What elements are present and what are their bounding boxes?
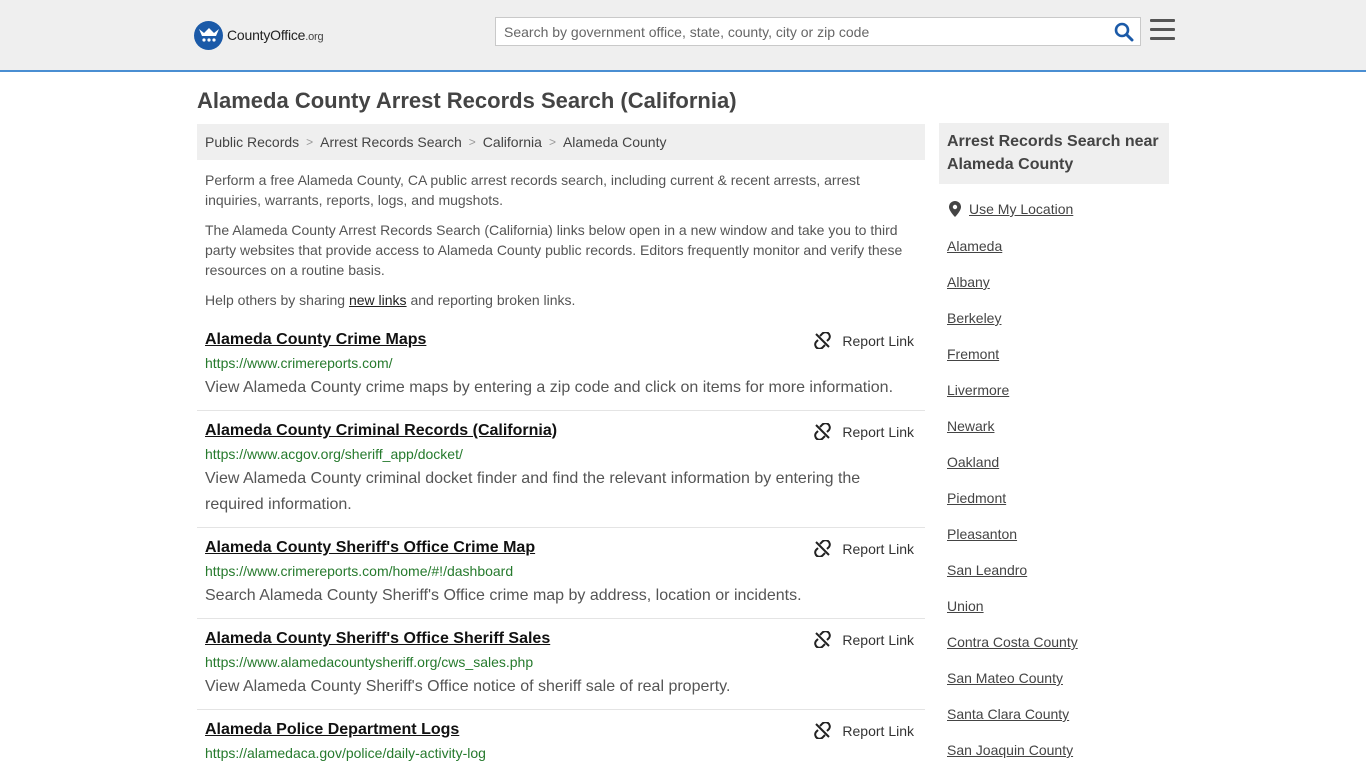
report-link-label: Report Link xyxy=(842,540,914,557)
site-header: CountyOffice.org xyxy=(0,0,1366,72)
result-item: Alameda County Sheriff's Office Sheriff … xyxy=(197,630,925,710)
broken-link-icon xyxy=(814,722,832,739)
report-link-label: Report Link xyxy=(842,423,914,440)
sidebar-link-san-joaquin-county[interactable]: San Joaquin County xyxy=(947,742,1073,758)
result-item: Alameda County Crime Maps Report Link ht… xyxy=(197,331,925,411)
result-item: Alameda Police Department Logs Report Li… xyxy=(197,721,925,768)
breadcrumb-separator: > xyxy=(306,135,314,149)
sidebar-link-albany[interactable]: Albany xyxy=(947,274,990,290)
broken-link-icon xyxy=(814,540,832,557)
sidebar-link-contra-costa-county[interactable]: Contra Costa County xyxy=(947,634,1078,650)
breadcrumb-item-alameda-county[interactable]: Alameda County xyxy=(563,134,667,150)
sidebar-link-livermore[interactable]: Livermore xyxy=(947,382,1009,398)
sidebar-link-san-leandro[interactable]: San Leandro xyxy=(947,562,1027,578)
sidebar-link-alameda[interactable]: Alameda xyxy=(947,238,1002,254)
search-icon[interactable] xyxy=(1114,22,1134,42)
share-text-before: Help others by sharing xyxy=(205,292,349,308)
logo-wordmark: CountyOffice.org xyxy=(227,27,324,43)
share-text-after: and reporting broken links. xyxy=(406,292,576,308)
result-item: Alameda County Sheriff's Office Crime Ma… xyxy=(197,539,925,619)
result-description: View Alameda County criminal docket find… xyxy=(205,470,861,513)
sidebar-link-union[interactable]: Union xyxy=(947,598,984,614)
sidebar-link-berkeley[interactable]: Berkeley xyxy=(947,310,1001,326)
result-url: https://alamedaca.gov/police/daily-activ… xyxy=(205,745,486,761)
result-url: https://www.acgov.org/sheriff_app/docket… xyxy=(205,446,463,462)
sidebar-link-newark[interactable]: Newark xyxy=(947,418,994,434)
breadcrumb-item-public-records[interactable]: Public Records xyxy=(205,134,299,150)
sidebar-link-fremont[interactable]: Fremont xyxy=(947,346,999,362)
breadcrumb-item-arrest-records-search[interactable]: Arrest Records Search xyxy=(320,134,462,150)
sidebar-heading: Arrest Records Search near Alameda Count… xyxy=(939,123,1169,184)
broken-link-icon xyxy=(814,332,832,349)
share-paragraph: Help others by sharing new links and rep… xyxy=(205,290,917,310)
report-link-button[interactable]: Report Link xyxy=(814,332,914,349)
broken-link-icon xyxy=(814,423,832,440)
result-title-link[interactable]: Alameda Police Department Logs xyxy=(205,721,459,739)
result-description: View Alameda County Sheriff's Office not… xyxy=(205,678,731,695)
result-title-link[interactable]: Alameda County Crime Maps xyxy=(205,331,426,349)
search-box xyxy=(495,17,1141,46)
report-link-button[interactable]: Report Link xyxy=(814,722,914,739)
report-link-button[interactable]: Report Link xyxy=(814,540,914,557)
hamburger-menu-icon[interactable] xyxy=(1150,19,1175,41)
new-links-link[interactable]: new links xyxy=(349,292,407,308)
page-title: Alameda County Arrest Records Search (Ca… xyxy=(197,88,737,113)
map-pin-icon xyxy=(949,201,961,217)
result-url: https://www.alamedacountysheriff.org/cws… xyxy=(205,654,534,670)
breadcrumb-separator: > xyxy=(468,135,476,149)
report-link-label: Report Link xyxy=(842,631,914,648)
use-my-location: Use My Location xyxy=(949,201,1073,217)
breadcrumb: Public Records > Arrest Records Search >… xyxy=(197,124,925,160)
result-title-link[interactable]: Alameda County Sheriff's Office Sheriff … xyxy=(205,630,550,648)
result-description: View Alameda County crime maps by enteri… xyxy=(205,379,894,396)
use-my-location-link[interactable]: Use My Location xyxy=(969,201,1073,217)
result-item: Alameda County Criminal Records (Califor… xyxy=(197,422,925,528)
logo-name: CountyOffice xyxy=(227,27,306,43)
result-title-link[interactable]: Alameda County Criminal Records (Califor… xyxy=(205,422,557,440)
logo-suffix: .org xyxy=(305,31,324,43)
broken-link-icon xyxy=(814,631,832,648)
breadcrumb-separator: > xyxy=(548,135,556,149)
result-title-link[interactable]: Alameda County Sheriff's Office Crime Ma… xyxy=(205,539,535,557)
report-link-button[interactable]: Report Link xyxy=(814,423,914,440)
sidebar-link-santa-clara-county[interactable]: Santa Clara County xyxy=(947,706,1069,722)
report-link-button[interactable]: Report Link xyxy=(814,631,914,648)
result-url: https://www.crimereports.com/ xyxy=(205,355,393,371)
result-url: https://www.crimereports.com/home/#!/das… xyxy=(205,563,514,579)
intro-paragraph: Perform a free Alameda County, CA public… xyxy=(205,172,860,208)
sidebar-link-oakland[interactable]: Oakland xyxy=(947,454,999,470)
report-link-label: Report Link xyxy=(842,722,914,739)
sidebar-link-piedmont[interactable]: Piedmont xyxy=(947,490,1006,506)
report-link-label: Report Link xyxy=(842,332,914,349)
sidebar-link-pleasanton[interactable]: Pleasanton xyxy=(947,526,1017,542)
result-description: Search Alameda County Sheriff's Office c… xyxy=(205,587,802,604)
breadcrumb-item-california[interactable]: California xyxy=(483,134,542,150)
search-input[interactable] xyxy=(496,18,1106,45)
site-logo[interactable]: CountyOffice.org xyxy=(194,20,324,50)
sidebar-link-san-mateo-county[interactable]: San Mateo County xyxy=(947,670,1063,686)
disclaimer-paragraph: The Alameda County Arrest Records Search… xyxy=(205,222,903,278)
logo-seal-icon xyxy=(194,20,223,50)
